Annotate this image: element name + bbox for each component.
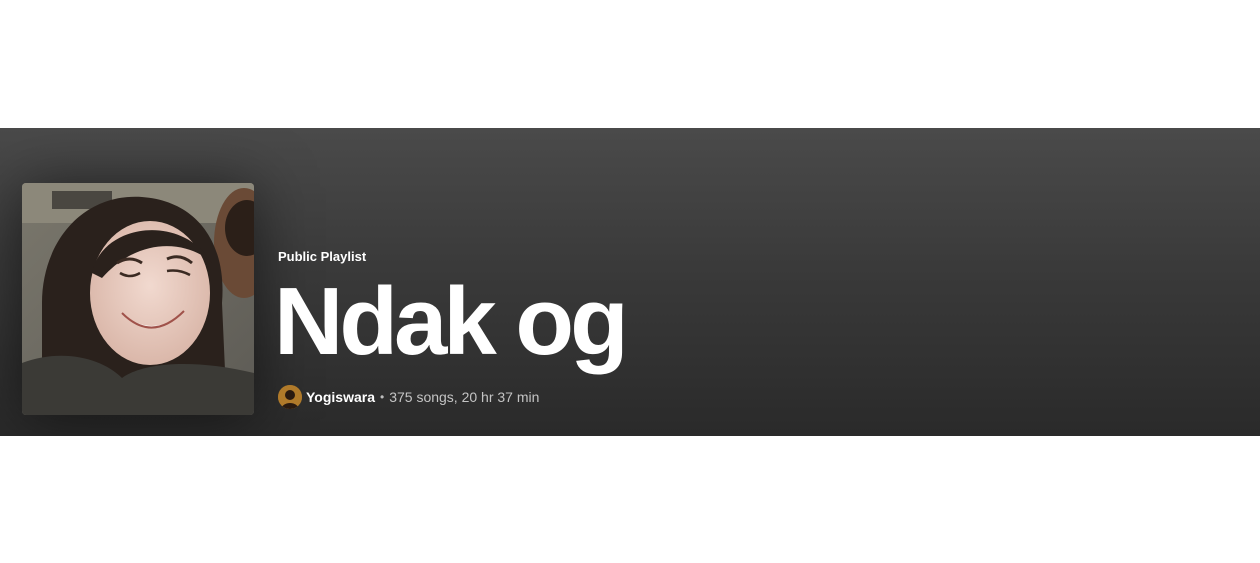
byline-separator: •: [380, 390, 385, 404]
playlist-title[interactable]: Ndak og: [274, 274, 629, 370]
owner-name-link[interactable]: Yogiswara: [306, 389, 375, 405]
page: Public Playlist Ndak og Yogiswara • 375 …: [0, 0, 1260, 563]
playlist-header: Public Playlist Ndak og Yogiswara • 375 …: [0, 128, 1260, 436]
playlist-stats: 375 songs, 20 hr 37 min: [389, 389, 540, 405]
cover-photo-icon: [22, 183, 254, 415]
playlist-type-label: Public Playlist: [278, 249, 367, 264]
avatar-icon: [278, 385, 302, 409]
owner-avatar[interactable]: [278, 385, 302, 409]
playlist-byline: Yogiswara • 375 songs, 20 hr 37 min: [278, 384, 625, 410]
playlist-cover-image[interactable]: [22, 183, 254, 415]
playlist-meta: Public Playlist Ndak og Yogiswara • 375 …: [274, 248, 629, 410]
